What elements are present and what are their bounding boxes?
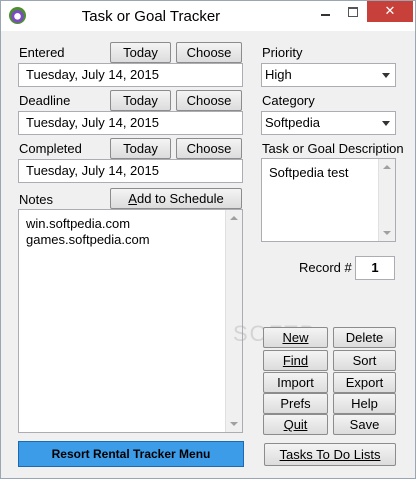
title-bar: Task or Goal Tracker ✕ xyxy=(1,1,415,31)
deadline-choose-button[interactable]: Choose xyxy=(176,90,242,111)
find-button[interactable]: Find xyxy=(263,350,328,371)
resort-rental-tracker-menu-button[interactable]: Resort Rental Tracker Menu xyxy=(18,441,244,467)
notes-line: win.softpedia.com xyxy=(26,216,131,231)
description-label: Task or Goal Description xyxy=(262,141,404,156)
scroll-down-icon[interactable] xyxy=(230,422,238,426)
scroll-up-icon[interactable] xyxy=(383,165,391,169)
completed-choose-button[interactable]: Choose xyxy=(176,138,242,159)
notes-textarea[interactable]: win.softpedia.com games.softpedia.com xyxy=(18,209,243,433)
notes-line: games.softpedia.com xyxy=(26,232,150,247)
quit-label: Quit xyxy=(283,417,308,432)
tasks-to-do-lists-button[interactable]: Tasks To Do Lists xyxy=(264,443,396,466)
add-to-schedule-button[interactable]: Add to Schedule xyxy=(110,188,242,209)
sort-button[interactable]: Sort xyxy=(333,350,396,371)
minimize-icon[interactable] xyxy=(312,1,339,22)
category-label: Category xyxy=(262,93,315,108)
scroll-up-icon[interactable] xyxy=(230,216,238,220)
chevron-down-icon xyxy=(382,73,390,78)
scroll-down-icon[interactable] xyxy=(383,231,391,235)
record-number-field[interactable]: 1 xyxy=(355,256,395,280)
delete-button[interactable]: Delete xyxy=(333,327,396,348)
chevron-down-icon xyxy=(382,121,390,126)
prefs-button[interactable]: Prefs xyxy=(263,393,328,414)
completed-today-button[interactable]: Today xyxy=(110,138,171,159)
tasks-lists-label: Tasks To Do Lists xyxy=(279,447,381,462)
help-button[interactable]: Help xyxy=(333,393,396,414)
new-label: New xyxy=(282,330,309,345)
export-button[interactable]: Export xyxy=(333,372,396,393)
entered-choose-button[interactable]: Choose xyxy=(176,42,242,63)
maximize-icon[interactable] xyxy=(339,1,366,22)
priority-label: Priority xyxy=(262,45,303,60)
app-window: Task or Goal Tracker ✕ Entered Today Cho… xyxy=(0,0,416,479)
deadline-date-field[interactable]: Tuesday, July 14, 2015 xyxy=(18,111,243,135)
entered-date-field[interactable]: Tuesday, July 14, 2015 xyxy=(18,63,243,87)
entered-label: Entered xyxy=(19,45,65,60)
find-label: Find xyxy=(282,353,309,368)
deadline-today-button[interactable]: Today xyxy=(110,90,171,111)
quit-button[interactable]: Quit xyxy=(263,414,328,435)
priority-value: High xyxy=(265,67,292,82)
description-text: Softpedia test xyxy=(269,165,349,180)
completed-label: Completed xyxy=(19,141,82,156)
notes-scrollbar[interactable] xyxy=(225,210,242,432)
entered-today-button[interactable]: Today xyxy=(110,42,171,63)
priority-select[interactable]: High xyxy=(261,63,396,87)
notes-label: Notes xyxy=(19,192,53,207)
deadline-label: Deadline xyxy=(19,93,71,108)
window-title: Task or Goal Tracker xyxy=(81,8,221,25)
import-button[interactable]: Import xyxy=(263,372,328,393)
add-to-schedule-label: dd to Schedule xyxy=(136,191,224,206)
completed-date-field[interactable]: Tuesday, July 14, 2015 xyxy=(18,159,243,183)
save-button[interactable]: Save xyxy=(333,414,396,435)
category-select[interactable]: Softpedia xyxy=(261,111,396,135)
new-button[interactable]: New xyxy=(263,327,328,348)
record-label: Record # xyxy=(299,260,352,275)
description-scrollbar[interactable] xyxy=(378,159,395,241)
close-icon[interactable]: ✕ xyxy=(367,1,413,22)
category-value: Softpedia xyxy=(265,115,320,130)
description-textarea[interactable]: Softpedia test xyxy=(261,158,396,242)
